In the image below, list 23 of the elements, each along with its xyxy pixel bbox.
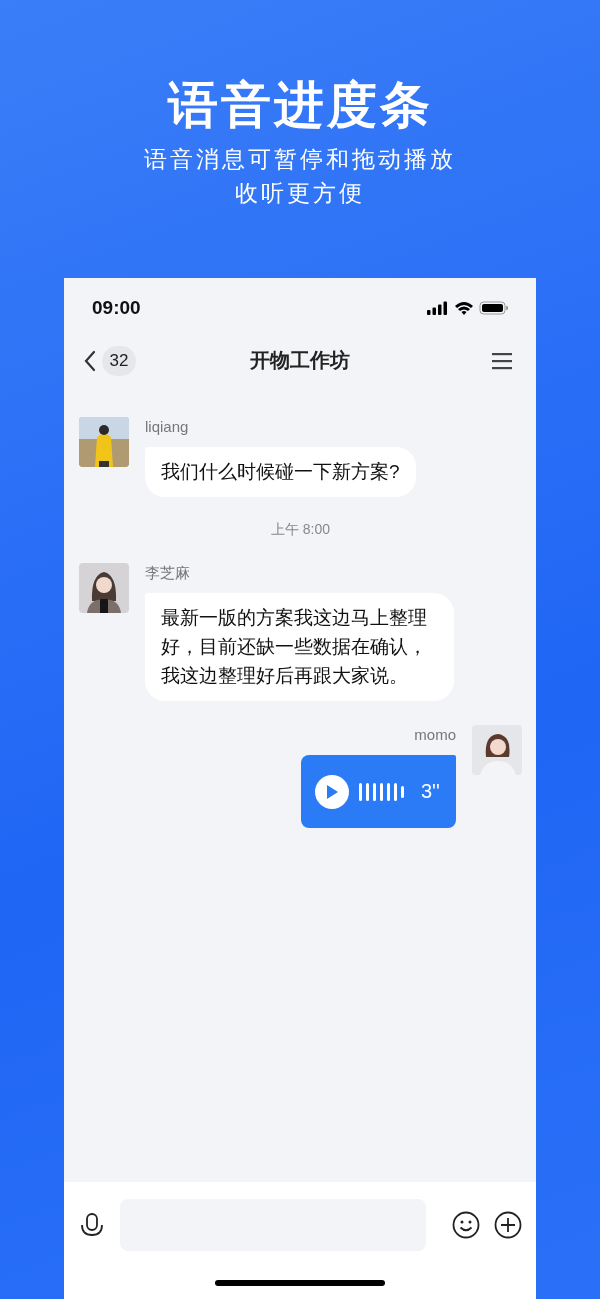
microphone-icon[interactable] <box>78 1211 106 1239</box>
message-bubble: 最新一版的方案我这边马上整理好，目前还缺一些数据在确认，我这边整理好后再跟大家说。 <box>145 593 455 701</box>
sender-name: liqiang <box>145 417 189 437</box>
message-time: 上午 8:00 <box>270 521 331 537</box>
status-time: 09:00 <box>92 296 141 319</box>
unread-count: 32 <box>102 345 136 376</box>
message-bubble: 我们什么时候碰一下新方案? <box>145 447 416 497</box>
play-button[interactable] <box>315 774 349 809</box>
subtitle: 语音消息可暂停和拖动播放 <box>144 145 456 174</box>
chevron-left-icon <box>82 348 98 373</box>
headline: 语音进度条 <box>167 76 433 135</box>
emoji-icon[interactable] <box>452 1211 480 1239</box>
voice-message[interactable]: 3'' <box>301 755 456 828</box>
menu-icon[interactable] <box>492 351 512 370</box>
voice-wave-icon <box>359 781 407 802</box>
back-button[interactable]: 32 <box>82 345 136 376</box>
chat-title: 开物工作坊 <box>250 349 350 371</box>
voice-duration: 3'' <box>421 780 440 803</box>
sender-name: momo <box>414 725 456 745</box>
subtitle: 收听更方便 <box>235 179 365 208</box>
plus-icon[interactable] <box>494 1211 522 1239</box>
sender-name: 李芝麻 <box>145 563 190 583</box>
play-icon <box>325 783 339 800</box>
